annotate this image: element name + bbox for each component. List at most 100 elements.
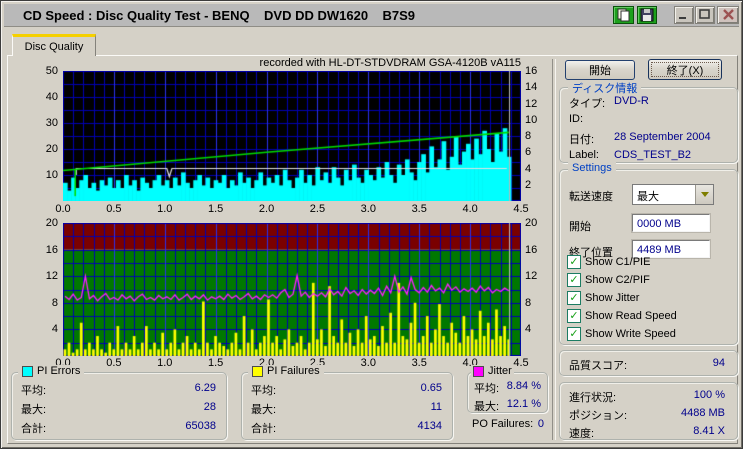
pi-failures-total-value: 4134	[417, 420, 442, 432]
axis-tick-label: 8	[525, 296, 532, 309]
disc-type-label: タイプ:	[569, 98, 606, 110]
minimize-button[interactable]	[674, 6, 694, 24]
disc-label-value: CDS_TEST_B2	[614, 149, 692, 161]
quality-score-group: 品質スコア: 94	[559, 350, 738, 376]
save-icon	[640, 8, 654, 22]
maximize-icon	[699, 9, 710, 19]
checkbox-show-c2-pif[interactable]: ✓ Show C2/PIF	[567, 273, 650, 287]
position-value: 4488 MB	[680, 407, 725, 419]
checkbox-show-read-speed[interactable]: ✓ Show Read Speed	[567, 309, 677, 323]
transfer-speed-label: 転送速度	[569, 191, 613, 203]
exit-button[interactable]: 終了(X)	[648, 59, 722, 80]
pi-errors-avg-label: 平均:	[21, 385, 47, 397]
pi-failures-avg-label: 平均:	[251, 385, 277, 397]
jitter-max-label: 最大:	[474, 401, 500, 413]
jitter-title: Jitter	[488, 365, 512, 377]
checkbox-label: Show C2/PIF	[585, 274, 650, 286]
po-failures-value: 0	[537, 418, 544, 430]
quality-speed-chart	[63, 71, 521, 201]
axis-tick-label: 3.5	[411, 357, 427, 369]
pi-errors-group: PI Errors 平均: 6.29 最大: 28 合計: 65038	[11, 365, 227, 440]
pi-errors-max-value: 28	[203, 401, 216, 413]
pi-failures-total-label: 合計:	[251, 423, 277, 435]
jitter-swatch	[473, 365, 484, 377]
axis-tick-label: 16	[525, 65, 538, 77]
pi-errors-max-label: 最大:	[21, 404, 47, 416]
tab-disc-quality[interactable]: Disc Quality	[12, 34, 96, 56]
close-button[interactable]	[717, 6, 739, 24]
axis-tick-label: 2	[525, 178, 532, 191]
start-position-label: 開始	[569, 221, 591, 233]
axis-tick-label: 16	[525, 243, 538, 256]
pi-errors-title: PI Errors	[37, 365, 81, 377]
copy-to-clipboard-button[interactable]	[613, 6, 634, 24]
transfer-speed-select[interactable]: 最大	[632, 184, 714, 205]
pi-errors-total-value: 65038	[185, 420, 216, 432]
settings-group: Settings 転送速度 最大 開始 終了位置 ✓Show C1/PIE✓Sh…	[559, 162, 738, 345]
axis-tick-label: 12	[45, 270, 58, 283]
axis-tick-label: 2.5	[309, 203, 326, 215]
axis-tick-label: 4	[525, 323, 532, 336]
axis-tick-label: 14	[525, 81, 538, 94]
speed-value: 8.41 X	[693, 425, 725, 437]
tab-label: Disc Quality	[24, 40, 84, 53]
check-icon: ✓	[569, 292, 579, 304]
checkbox-show-jitter[interactable]: ✓ Show Jitter	[567, 291, 639, 305]
checkbox-label: Show Read Speed	[585, 310, 677, 322]
checkbox-label: Show C1/PIE	[585, 256, 651, 268]
axis-tick-label: 40	[45, 91, 58, 103]
axis-tick-label: 2.0	[258, 203, 275, 215]
settings-title: Settings	[568, 162, 616, 174]
close-icon	[722, 9, 734, 20]
checkbox-show-c1-pie[interactable]: ✓ Show C1/PIE	[567, 255, 650, 269]
jitter-pifailures-chart	[63, 223, 521, 356]
start-position-input[interactable]	[631, 213, 711, 233]
disc-info-group: ディスク情報 タイプ: DVD-R ID: 日付: 28 September 2…	[559, 80, 738, 163]
save-button[interactable]	[637, 6, 657, 24]
axis-tick-label: 0.0	[55, 203, 71, 215]
axis-tick-label: 12	[525, 270, 538, 283]
axis-tick-label: 4.5	[513, 203, 529, 215]
pi-failures-swatch	[252, 365, 263, 377]
checkbox-show-write-speed[interactable]: ✓ Show Write Speed	[567, 327, 676, 341]
quality-score-label: 品質スコア:	[569, 360, 628, 372]
dropdown-button[interactable]	[695, 185, 713, 204]
pi-errors-swatch	[22, 365, 33, 377]
check-icon: ✓	[569, 256, 579, 268]
disc-type-value: DVD-R	[614, 95, 649, 107]
axis-tick-label: 0.5	[106, 357, 122, 369]
jitter-avg-value: 8.84 %	[506, 380, 541, 392]
axis-tick-label: 1.0	[157, 357, 173, 369]
progress-label: 進行状況:	[569, 392, 617, 404]
checkbox-box[interactable]: ✓	[567, 273, 581, 287]
pi-failures-max-value: 11	[430, 401, 442, 413]
checkbox-box[interactable]: ✓	[567, 291, 581, 305]
checkbox-box[interactable]: ✓	[567, 255, 581, 269]
app-window: CD Speed : Disc Quality Test - BENQ DVD …	[0, 0, 743, 449]
axis-tick-label: 3.0	[360, 357, 376, 369]
pi-failures-avg-value: 0.65	[420, 382, 442, 394]
axis-tick-label: 0.5	[106, 203, 122, 215]
axis-tick-label: 16	[45, 243, 58, 256]
axis-tick-label: 10	[45, 169, 58, 181]
progress-value: 100 %	[693, 389, 725, 401]
maximize-button[interactable]	[695, 6, 715, 24]
axis-tick-label: 20	[525, 217, 538, 229]
axis-tick-label: 4	[525, 162, 532, 175]
disc-label-label: Label:	[569, 149, 599, 161]
checkbox-box[interactable]: ✓	[567, 309, 581, 323]
jitter-avg-label: 平均:	[474, 383, 500, 395]
axis-tick-label: 4	[51, 323, 58, 336]
start-button-label: 開始	[589, 65, 611, 77]
axis-tick-label: 1.5	[208, 203, 224, 215]
axis-tick-label: 8	[525, 130, 532, 142]
checkbox-box[interactable]: ✓	[567, 327, 581, 341]
axis-tick-label: 20	[45, 217, 58, 229]
axis-tick-label: 30	[45, 117, 58, 129]
axis-tick-label: 1.0	[157, 203, 173, 215]
pi-errors-total-label: 合計:	[21, 423, 47, 435]
axis-tick-label: 12	[525, 97, 538, 110]
axis-tick-label: 8	[51, 296, 58, 309]
start-button[interactable]: 開始	[565, 60, 635, 80]
jitter-max-value: 12.1 %	[506, 398, 541, 410]
